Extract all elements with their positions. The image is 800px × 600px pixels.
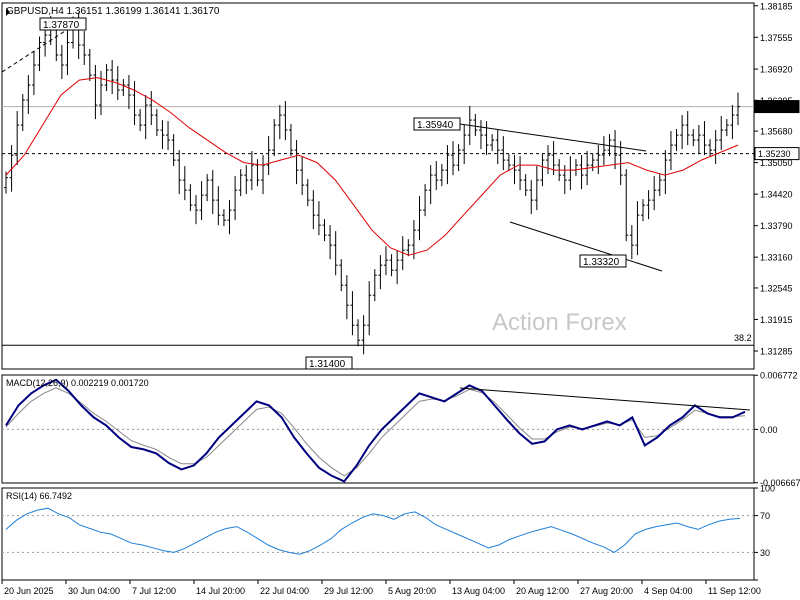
watermark-text: Action Forex bbox=[492, 309, 627, 336]
price-panel-frame bbox=[1, 2, 755, 370]
fib-level-label: 38.2 bbox=[734, 333, 752, 343]
x-tick-label: 30 Jun 04:00 bbox=[68, 586, 120, 596]
price-tag-label: 1.35230 bbox=[758, 149, 791, 159]
price-y-tick-label: 1.38185 bbox=[760, 1, 793, 11]
x-tick-label: 4 Sep 04:00 bbox=[644, 586, 693, 596]
x-tick-label: 29 Jul 12:00 bbox=[324, 586, 373, 596]
price-annotation-label: 1.37870 bbox=[43, 20, 80, 31]
price-annotation-label: 1.35940 bbox=[417, 120, 454, 131]
price-y-tick-label: 1.31285 bbox=[760, 346, 793, 356]
macd-y-tick-label: 0.006772 bbox=[760, 371, 798, 381]
x-tick-label: 20 Aug 12:00 bbox=[516, 586, 569, 596]
macd-y-tick-label: 0.00 bbox=[760, 425, 778, 435]
rsi-panel-frame bbox=[1, 487, 755, 581]
x-tick-label: 27 Aug 20:00 bbox=[580, 586, 633, 596]
x-tick-label: 20 Jun 2025 bbox=[4, 586, 54, 596]
price-y-tick-label: 1.36920 bbox=[760, 65, 793, 75]
price-y-tick-label: 1.37555 bbox=[760, 33, 793, 43]
x-tick-label: 14 Jul 20:00 bbox=[196, 586, 245, 596]
price-tag-label: 1.36170 bbox=[758, 102, 791, 112]
price-annotation-label: 1.31400 bbox=[309, 359, 346, 370]
macd-title: MACD(12,26,9) 0.002219 0.001720 bbox=[6, 378, 149, 388]
rsi-y-tick-label: 70 bbox=[760, 511, 770, 521]
gbpusd-chart: 1.381851.375551.369201.362951.356801.350… bbox=[1, 1, 800, 596]
price-y-tick-label: 1.35680 bbox=[760, 127, 793, 137]
rsi-title: RSI(14) 66.7492 bbox=[6, 491, 72, 501]
price-y-tick-label: 1.33790 bbox=[760, 221, 793, 231]
x-tick-label: 11 Sep 12:00 bbox=[708, 586, 761, 596]
price-y-tick-label: 1.31915 bbox=[760, 315, 793, 325]
rsi-y-tick-label: 30 bbox=[760, 548, 770, 558]
price-y-tick-label: 1.33160 bbox=[760, 253, 793, 263]
rsi-y-tick-label: 100 bbox=[760, 484, 775, 494]
x-tick-label: 13 Aug 04:00 bbox=[452, 586, 505, 596]
chart-title: GBPUSD,H4 1.36151 1.36199 1.36141 1.3617… bbox=[6, 6, 220, 17]
x-tick-label: 7 Jul 12:00 bbox=[132, 586, 176, 596]
price-annotation-label: 1.33320 bbox=[583, 257, 620, 268]
price-y-tick-label: 1.32545 bbox=[760, 283, 793, 293]
price-y-tick-label: 1.34420 bbox=[760, 190, 793, 200]
x-tick-label: 5 Aug 20:00 bbox=[388, 586, 436, 596]
x-tick-label: 22 Jul 04:00 bbox=[260, 586, 309, 596]
